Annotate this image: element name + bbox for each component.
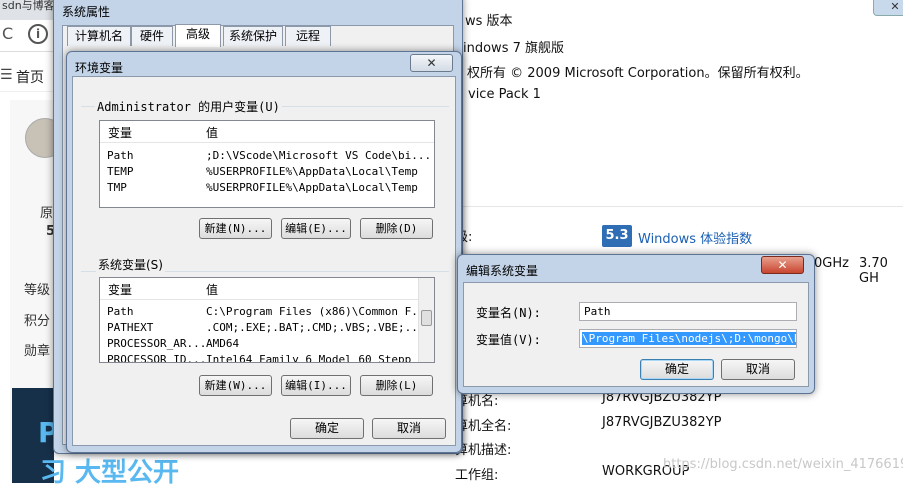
reload-icon[interactable]: C: [2, 24, 13, 43]
scrollbar-thumb[interactable]: [421, 310, 432, 326]
var-name: Path: [107, 149, 134, 162]
var-name-label: 变量名(N):: [476, 306, 541, 320]
divider: [455, 206, 903, 207]
var-value-field[interactable]: \Program Files\nodejs\;D:\mongo\bin: [579, 329, 797, 348]
cpu-speed: 0GHz: [814, 256, 849, 271]
service-pack: vice Pack 1: [468, 87, 541, 102]
close-icon[interactable]: ✕: [410, 54, 453, 72]
close-icon[interactable]: ✕: [761, 256, 804, 274]
column-variable[interactable]: 变量: [108, 281, 132, 298]
browser-tab-title[interactable]: sdn与博客: [2, 0, 55, 13]
var-name: PROCESSOR_ID...: [107, 353, 207, 363]
tab-hardware[interactable]: 硬件: [131, 26, 173, 46]
edit-system-var-button[interactable]: 编辑(I)...: [281, 375, 351, 396]
cancel-button[interactable]: 取消: [721, 359, 795, 380]
var-value: .COM;.EXE;.BAT;.CMD;.VBS;.VBE;....: [206, 321, 432, 334]
banner-text: 习 大型公开: [40, 458, 180, 488]
var-name-field[interactable]: Path: [579, 302, 797, 321]
var-value: C:\Program Files (x86)\Common F...: [206, 305, 432, 318]
workgroup-label: 工作组:: [455, 468, 499, 483]
delete-system-var-button[interactable]: 删除(L): [360, 375, 433, 396]
tab-advanced[interactable]: 高级: [175, 24, 221, 47]
edit-system-variable-dialog: 编辑系统变量 ✕ 变量名(N): Path 变量值(V): \Program F…: [457, 254, 815, 394]
column-variable[interactable]: 变量: [108, 124, 132, 141]
new-user-var-button[interactable]: 新建(N)...: [199, 218, 272, 239]
column-value[interactable]: 值: [206, 281, 218, 298]
medal-label: 勋章: [24, 344, 51, 359]
selected-text: \Program Files\nodejs\;D:\mongo\bin: [582, 332, 796, 345]
cancel-button[interactable]: 取消: [372, 418, 446, 439]
ok-button[interactable]: 确定: [290, 418, 364, 439]
list-row[interactable]: PATHEXT .COM;.EXE;.BAT;.CMD;.VBS;.VBE;..…: [100, 320, 431, 336]
full-name-label: 算机全名:: [455, 419, 512, 434]
wei-score-badge: 5.3: [602, 225, 632, 247]
edit-user-var-button[interactable]: 编辑(E)...: [281, 218, 351, 239]
var-name: Path: [107, 305, 134, 318]
list-header: 变量 值: [100, 121, 434, 143]
cpu-speed-max: 3.70 GH: [859, 256, 888, 286]
column-value[interactable]: 值: [206, 124, 218, 141]
var-name: TMP: [107, 181, 127, 194]
tab-remote[interactable]: 远程: [285, 26, 331, 46]
environment-variables-dialog: 环境变量 ✕ Administrator 的用户变量(U) 变量 值 Path …: [66, 51, 462, 453]
list-row[interactable]: PROCESSOR_ID... Intel64 Family 6 Model 6…: [100, 352, 420, 363]
list-row[interactable]: TMP %USERPROFILE%\AppData\Local\Temp: [100, 180, 434, 196]
user-vars-list[interactable]: 变量 值 Path ;D:\VScode\Microsoft VS Code\b…: [99, 120, 435, 208]
var-value: %USERPROFILE%\AppData\Local\Temp: [206, 181, 418, 194]
list-row[interactable]: PROCESSOR_AR... AMD64: [100, 336, 420, 352]
list-row[interactable]: TEMP %USERPROFILE%\AppData\Local\Temp: [100, 164, 434, 180]
points-label: 积分: [24, 314, 51, 329]
menu-icon[interactable]: ☰: [0, 67, 13, 83]
dialog-title: 环境变量: [75, 61, 124, 75]
list-row[interactable]: Path C:\Program Files (x86)\Common F...: [100, 304, 431, 320]
dialog-title: 系统属性: [62, 5, 111, 19]
windows-edition: indows 7 旗舰版: [463, 41, 564, 56]
var-name: TEMP: [107, 165, 134, 178]
ok-button[interactable]: 确定: [640, 359, 714, 380]
windows-edition-heading: ws 版本: [465, 14, 513, 29]
wei-link[interactable]: Windows 体验指数: [638, 228, 752, 247]
full-name-value: J87RVGJBZU382YP: [602, 415, 722, 430]
system-vars-list[interactable]: 变量 值 Path C:\Program Files (x86)\Common …: [99, 277, 435, 363]
system-info-window: ✕ ws 版本 indows 7 旗舰版 权所有 © 2009 Microsof…: [455, 0, 903, 483]
tab-computer-name[interactable]: 计算机名: [67, 26, 131, 46]
user-vars-label: Administrator 的用户变量(U): [95, 98, 282, 115]
vertical-scrollbar[interactable]: [418, 278, 434, 362]
var-value: %USERPROFILE%\AppData\Local\Temp: [206, 165, 418, 178]
var-value: ;D:\VScode\Microsoft VS Code\bi...: [206, 149, 432, 162]
var-name: PROCESSOR_AR...: [107, 337, 207, 350]
level-label: 等级: [24, 283, 51, 298]
new-system-var-button[interactable]: 新建(W)...: [199, 375, 272, 396]
home-link[interactable]: 首页: [16, 67, 44, 87]
copyright-text: 权所有 © 2009 Microsoft Corporation。保留所有权利。: [467, 66, 809, 81]
dialog-title: 编辑系统变量: [466, 264, 539, 278]
list-header: 变量 值: [100, 278, 420, 300]
list-row[interactable]: Path ;D:\VScode\Microsoft VS Code\bi...: [100, 148, 434, 164]
description-label: 算机描述:: [455, 443, 512, 458]
var-value-label: 变量值(V):: [476, 333, 541, 347]
tab-system-protection[interactable]: 系统保护: [223, 26, 283, 46]
var-name: PATHEXT: [107, 321, 154, 334]
profile-stat-label: 原: [40, 206, 54, 221]
var-value: AMD64: [206, 337, 240, 350]
info-icon[interactable]: i: [28, 24, 48, 44]
delete-user-var-button[interactable]: 删除(D): [360, 218, 433, 239]
close-button[interactable]: ✕: [873, 0, 903, 16]
watermark: https://blog.csdn.net/weixin_41766191: [663, 457, 903, 472]
var-value: Intel64 Family 6 Model 60 Stepp: [206, 353, 412, 363]
system-vars-label: 系统变量(S): [96, 256, 165, 273]
